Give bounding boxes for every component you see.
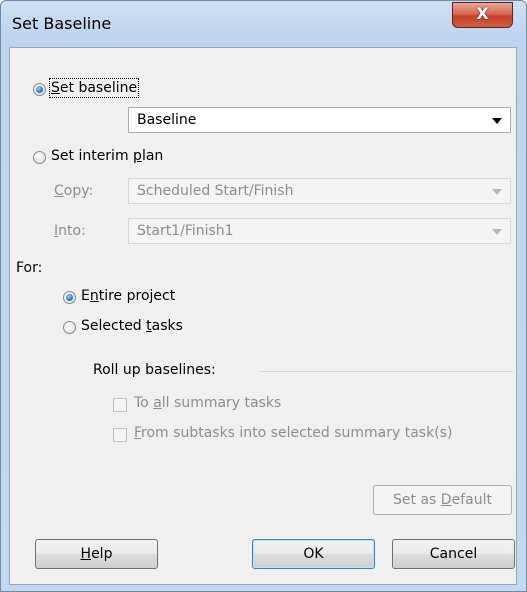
copy-select-value: Scheduled Start/Finish xyxy=(137,183,294,199)
dialog-title: Set Baseline xyxy=(12,14,112,33)
set-interim-plan-radio[interactable] xyxy=(33,151,46,164)
to-all-summary-tasks-checkbox[interactable] xyxy=(113,398,127,412)
set-as-default-button[interactable]: Set as Default xyxy=(373,485,512,515)
close-icon: X xyxy=(476,4,489,23)
into-label: Into: xyxy=(54,223,86,239)
to-all-summary-tasks-label: To all summary tasks xyxy=(134,395,282,411)
chevron-down-icon xyxy=(492,118,502,124)
set-interim-plan-label[interactable]: Set interim plan xyxy=(51,148,163,164)
set-baseline-radio[interactable] xyxy=(33,83,46,96)
from-subtasks-label: From subtasks into selected summary task… xyxy=(134,425,453,441)
help-button[interactable]: Help xyxy=(35,539,158,569)
into-select-value: Start1/Finish1 xyxy=(137,223,234,239)
set-baseline-dialog: Set Baseline X Set baseline Baseline Set… xyxy=(0,0,527,592)
roll-up-baselines-label: Roll up baselines: xyxy=(93,362,216,378)
roll-up-divider xyxy=(259,371,513,372)
baseline-select-value: Baseline xyxy=(137,112,197,128)
baseline-select[interactable]: Baseline xyxy=(128,107,511,133)
selected-tasks-radio[interactable] xyxy=(63,321,76,334)
chevron-down-icon xyxy=(492,189,502,195)
dialog-body: Set baseline Baseline Set interim plan C… xyxy=(9,47,517,585)
selected-tasks-label[interactable]: Selected tasks xyxy=(81,318,183,334)
copy-select[interactable]: Scheduled Start/Finish xyxy=(128,178,511,204)
entire-project-label[interactable]: Entire project xyxy=(81,288,175,304)
from-subtasks-checkbox[interactable] xyxy=(113,428,127,442)
cancel-button[interactable]: Cancel xyxy=(392,539,515,569)
copy-label: Copy: xyxy=(54,183,94,199)
close-button[interactable]: X xyxy=(452,2,513,28)
into-select[interactable]: Start1/Finish1 xyxy=(128,218,511,244)
entire-project-radio[interactable] xyxy=(63,291,76,304)
chevron-down-icon xyxy=(492,229,502,235)
for-label: For: xyxy=(16,260,43,276)
ok-button[interactable]: OK xyxy=(252,539,375,569)
set-baseline-label[interactable]: Set baseline xyxy=(48,78,140,98)
